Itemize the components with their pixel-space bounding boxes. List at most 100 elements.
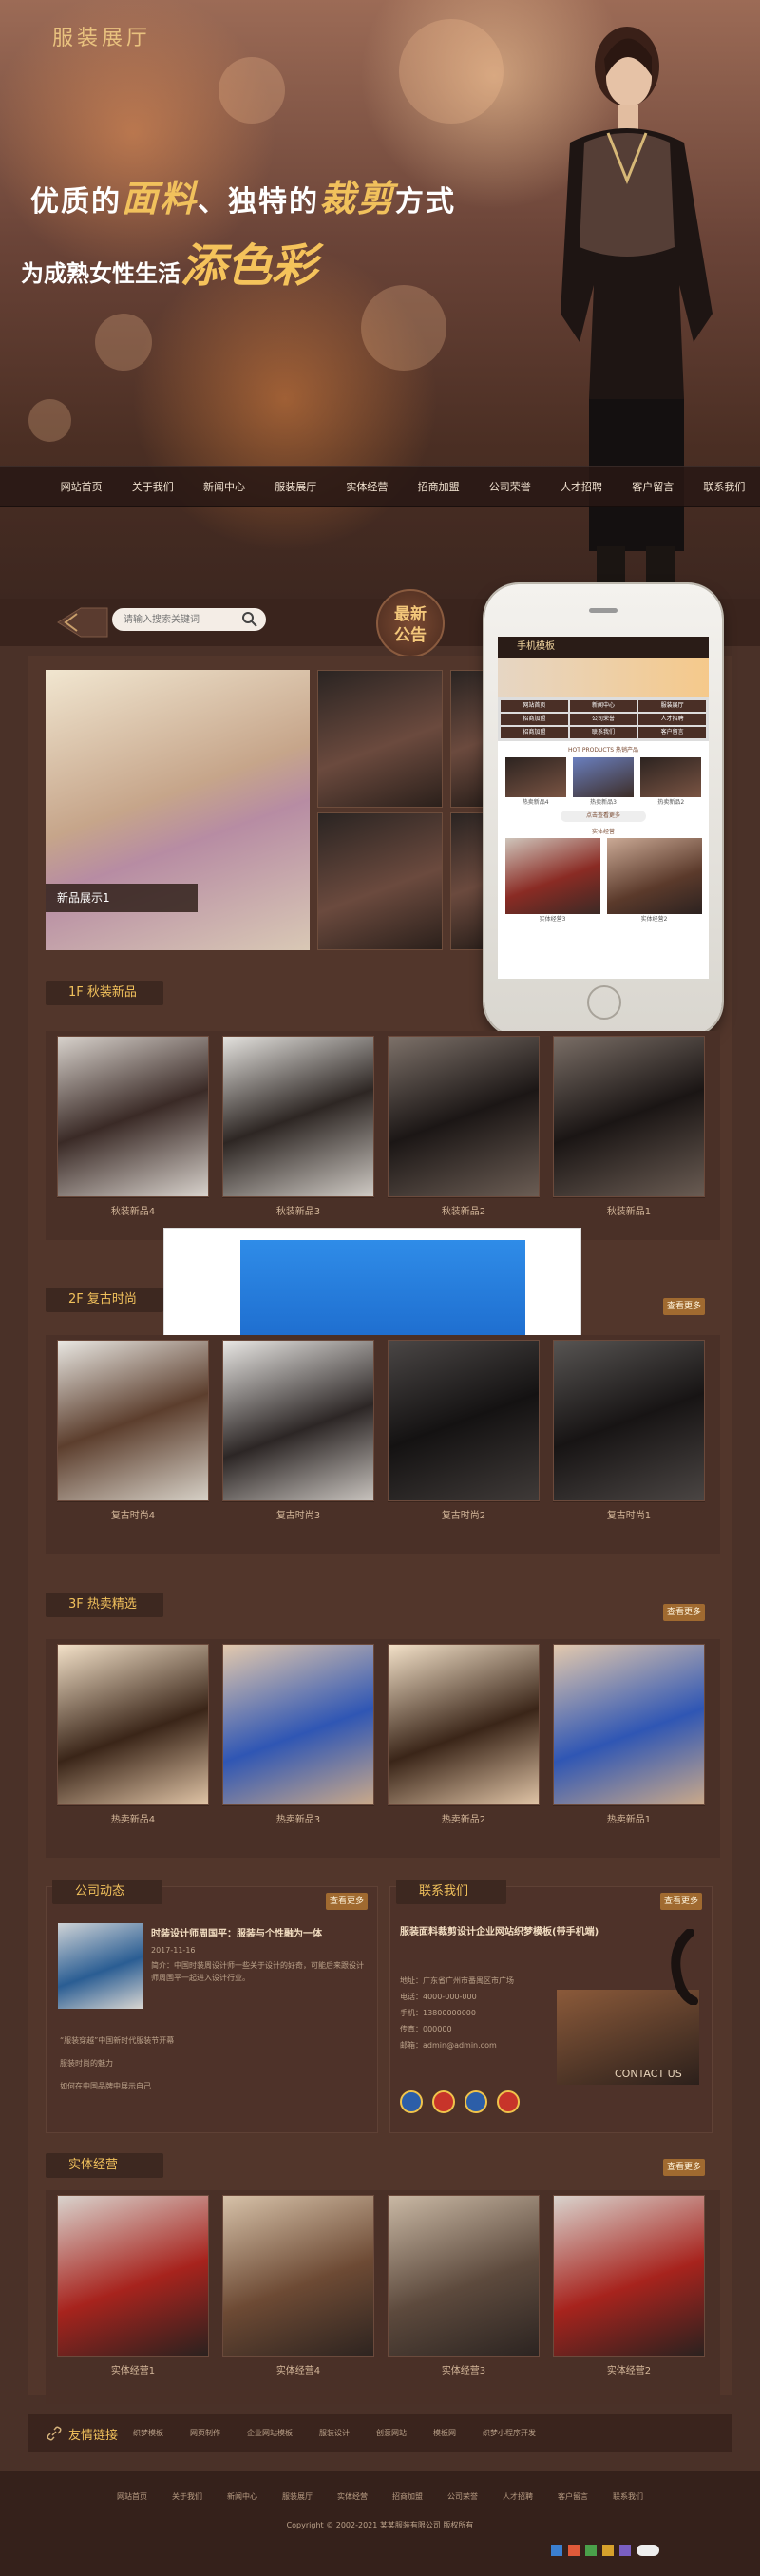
product-card[interactable]: 复古时尚2 — [388, 1340, 540, 1530]
product-card-label: 复古时尚3 — [222, 1501, 374, 1530]
hero-banner: 服装展厅 优质的面料、独特的裁剪方式 为成熟女性生活添色彩 — [0, 0, 760, 599]
phone-menu-item[interactable]: 新闻中心 — [569, 700, 637, 712]
showcase-thumb[interactable] — [450, 812, 488, 950]
product-card[interactable]: 复古时尚3 — [222, 1340, 374, 1530]
section-more-button[interactable]: 查看更多 — [663, 1604, 705, 1621]
share-icon[interactable] — [568, 2545, 580, 2556]
news-more-button[interactable]: 查看更多 — [326, 1893, 368, 1910]
store-card-label: 实体经营3 — [388, 2357, 540, 2385]
product-card[interactable]: 秋装新品4 — [57, 1036, 209, 1226]
badge-icon — [400, 2090, 423, 2113]
contact-more-button[interactable]: 查看更多 — [660, 1893, 702, 1910]
friend-link[interactable]: 网页制作 — [190, 2428, 220, 2438]
nav-item-messages[interactable]: 客户留言 — [618, 467, 689, 508]
product-card-label: 热卖新品2 — [388, 1805, 540, 1834]
news-list-item[interactable]: “服装穿越”中国新时代服装节开幕 — [60, 2030, 174, 2052]
nav-item-home[interactable]: 网站首页 — [46, 467, 117, 508]
phone-menu-item[interactable]: 人才招聘 — [638, 714, 706, 725]
phone-menu-item[interactable]: 服装展厅 — [638, 700, 706, 712]
phone-hot-item[interactable]: 热卖新品3 — [573, 797, 634, 806]
contact-us-stamp: CONTACT US — [615, 2068, 682, 2080]
phone-menu-item[interactable]: 公司荣誉 — [569, 714, 637, 725]
back-arrow-icon[interactable] — [52, 606, 109, 639]
nav-item-about[interactable]: 关于我们 — [117, 467, 188, 508]
store-card[interactable]: 实体经营4 — [222, 2195, 374, 2385]
news-headline[interactable]: 时装设计师周国平：服装与个性融为一体 — [151, 1925, 370, 1939]
showcase-thumb[interactable] — [450, 670, 488, 808]
product-card-label: 热卖新品1 — [553, 1805, 705, 1834]
store-card[interactable]: 实体经营2 — [553, 2195, 705, 2385]
section-title-autumn: 1F 秋装新品 — [46, 981, 163, 1005]
friend-link[interactable]: 创意网站 — [376, 2428, 407, 2438]
phone-menu-item[interactable]: 招商加盟 — [501, 727, 568, 738]
footer-link[interactable]: 客户留言 — [558, 2491, 588, 2502]
news-list-item[interactable]: 如何在中国品牌中展示自己 — [60, 2075, 174, 2098]
store-card[interactable]: 实体经营3 — [388, 2195, 540, 2385]
news-date: 2017-11-16 — [151, 1946, 196, 1955]
footer-link[interactable]: 实体经营 — [337, 2491, 368, 2502]
search-icon[interactable] — [241, 611, 258, 628]
footer-link[interactable]: 招商加盟 — [392, 2491, 423, 2502]
footer-link[interactable]: 联系我们 — [613, 2491, 643, 2502]
nav-item-franchise[interactable]: 招商加盟 — [403, 467, 474, 508]
phone-more-button[interactable]: 点击查看更多 — [560, 811, 646, 822]
product-card[interactable]: 热卖新品1 — [553, 1644, 705, 1834]
friend-link[interactable]: 织梦模板 — [133, 2428, 163, 2438]
phone-hot-item[interactable]: 热卖新品2 — [640, 797, 701, 806]
nav-item-stores[interactable]: 实体经营 — [332, 467, 403, 508]
nav-item-showroom[interactable]: 服装展厅 — [260, 467, 332, 508]
friend-link[interactable]: 模板网 — [433, 2428, 456, 2438]
footer-link[interactable]: 关于我们 — [172, 2491, 202, 2502]
product-card[interactable]: 热卖新品3 — [222, 1644, 374, 1834]
nav-item-news[interactable]: 新闻中心 — [188, 467, 259, 508]
store-card-label: 实体经营2 — [553, 2357, 705, 2385]
phone-store-item[interactable]: 实体经营3 — [505, 914, 600, 923]
footer-copyright: Copyright © 2002-2021 某某服装有限公司 版权所有 — [286, 2521, 474, 2529]
footer-link[interactable]: 人才招聘 — [503, 2491, 533, 2502]
friend-link[interactable]: 服装设计 — [319, 2428, 350, 2438]
latest-notice-badge[interactable]: 最新 公告 — [376, 589, 445, 658]
news-list-item[interactable]: 服装时尚的魅力 — [60, 2052, 174, 2075]
nav-item-honors[interactable]: 公司荣誉 — [474, 467, 545, 508]
showcase-thumb[interactable] — [317, 670, 443, 808]
product-card[interactable]: 热卖新品2 — [388, 1644, 540, 1834]
product-card[interactable]: 复古时尚1 — [553, 1340, 705, 1530]
footer-link[interactable]: 公司荣誉 — [447, 2491, 478, 2502]
phone-menu-item[interactable]: 招商加盟 — [501, 714, 568, 725]
phone-menu-item[interactable]: 网站首页 — [501, 700, 568, 712]
product-card[interactable]: 秋装新品2 — [388, 1036, 540, 1226]
phone-hot-item[interactable]: 热卖新品4 — [505, 797, 566, 806]
bokeh-light — [28, 399, 71, 442]
product-card[interactable]: 秋装新品3 — [222, 1036, 374, 1226]
site-logo[interactable]: 服装展厅 — [52, 21, 151, 51]
nav-item-jobs[interactable]: 人才招聘 — [545, 467, 617, 508]
showcase-thumb[interactable] — [317, 812, 443, 950]
contact-headline[interactable]: 服装面料裁剪设计企业网站织梦模板(带手机端) — [400, 1925, 618, 1940]
share-icon[interactable] — [602, 2545, 614, 2556]
friend-link[interactable]: 企业网站模板 — [247, 2428, 293, 2438]
product-card[interactable]: 复古时尚4 — [57, 1340, 209, 1530]
contact-mobile: 手机：13800000000 — [400, 2009, 476, 2017]
section-more-button[interactable]: 查看更多 — [663, 1298, 705, 1315]
product-card-label: 秋装新品1 — [553, 1197, 705, 1226]
phone-speaker — [589, 608, 618, 613]
friend-link[interactable]: 织梦小程序开发 — [483, 2428, 536, 2438]
phone-menu-item[interactable]: 客户留言 — [638, 727, 706, 738]
store-card[interactable]: 实体经营1 — [57, 2195, 209, 2385]
share-icon[interactable] — [551, 2545, 562, 2556]
share-icon[interactable] — [619, 2545, 631, 2556]
section-title-retro: 2F 复古时尚 — [46, 1288, 163, 1312]
news-thumbnail[interactable] — [58, 1923, 143, 2009]
share-count[interactable] — [636, 2545, 659, 2556]
phone-store-item[interactable]: 实体经营2 — [607, 914, 702, 923]
phone-menu-item[interactable]: 联系我们 — [569, 727, 637, 738]
product-card[interactable]: 热卖新品4 — [57, 1644, 209, 1834]
footer-link[interactable]: 新闻中心 — [227, 2491, 257, 2502]
footer-link[interactable]: 服装展厅 — [282, 2491, 313, 2502]
footer-link[interactable]: 网站首页 — [117, 2491, 147, 2502]
nav-item-contact[interactable]: 联系我们 — [689, 467, 760, 508]
section-more-button[interactable]: 查看更多 — [663, 2159, 705, 2176]
phone-banner — [498, 658, 709, 697]
product-card[interactable]: 秋装新品1 — [553, 1036, 705, 1226]
share-icon[interactable] — [585, 2545, 597, 2556]
